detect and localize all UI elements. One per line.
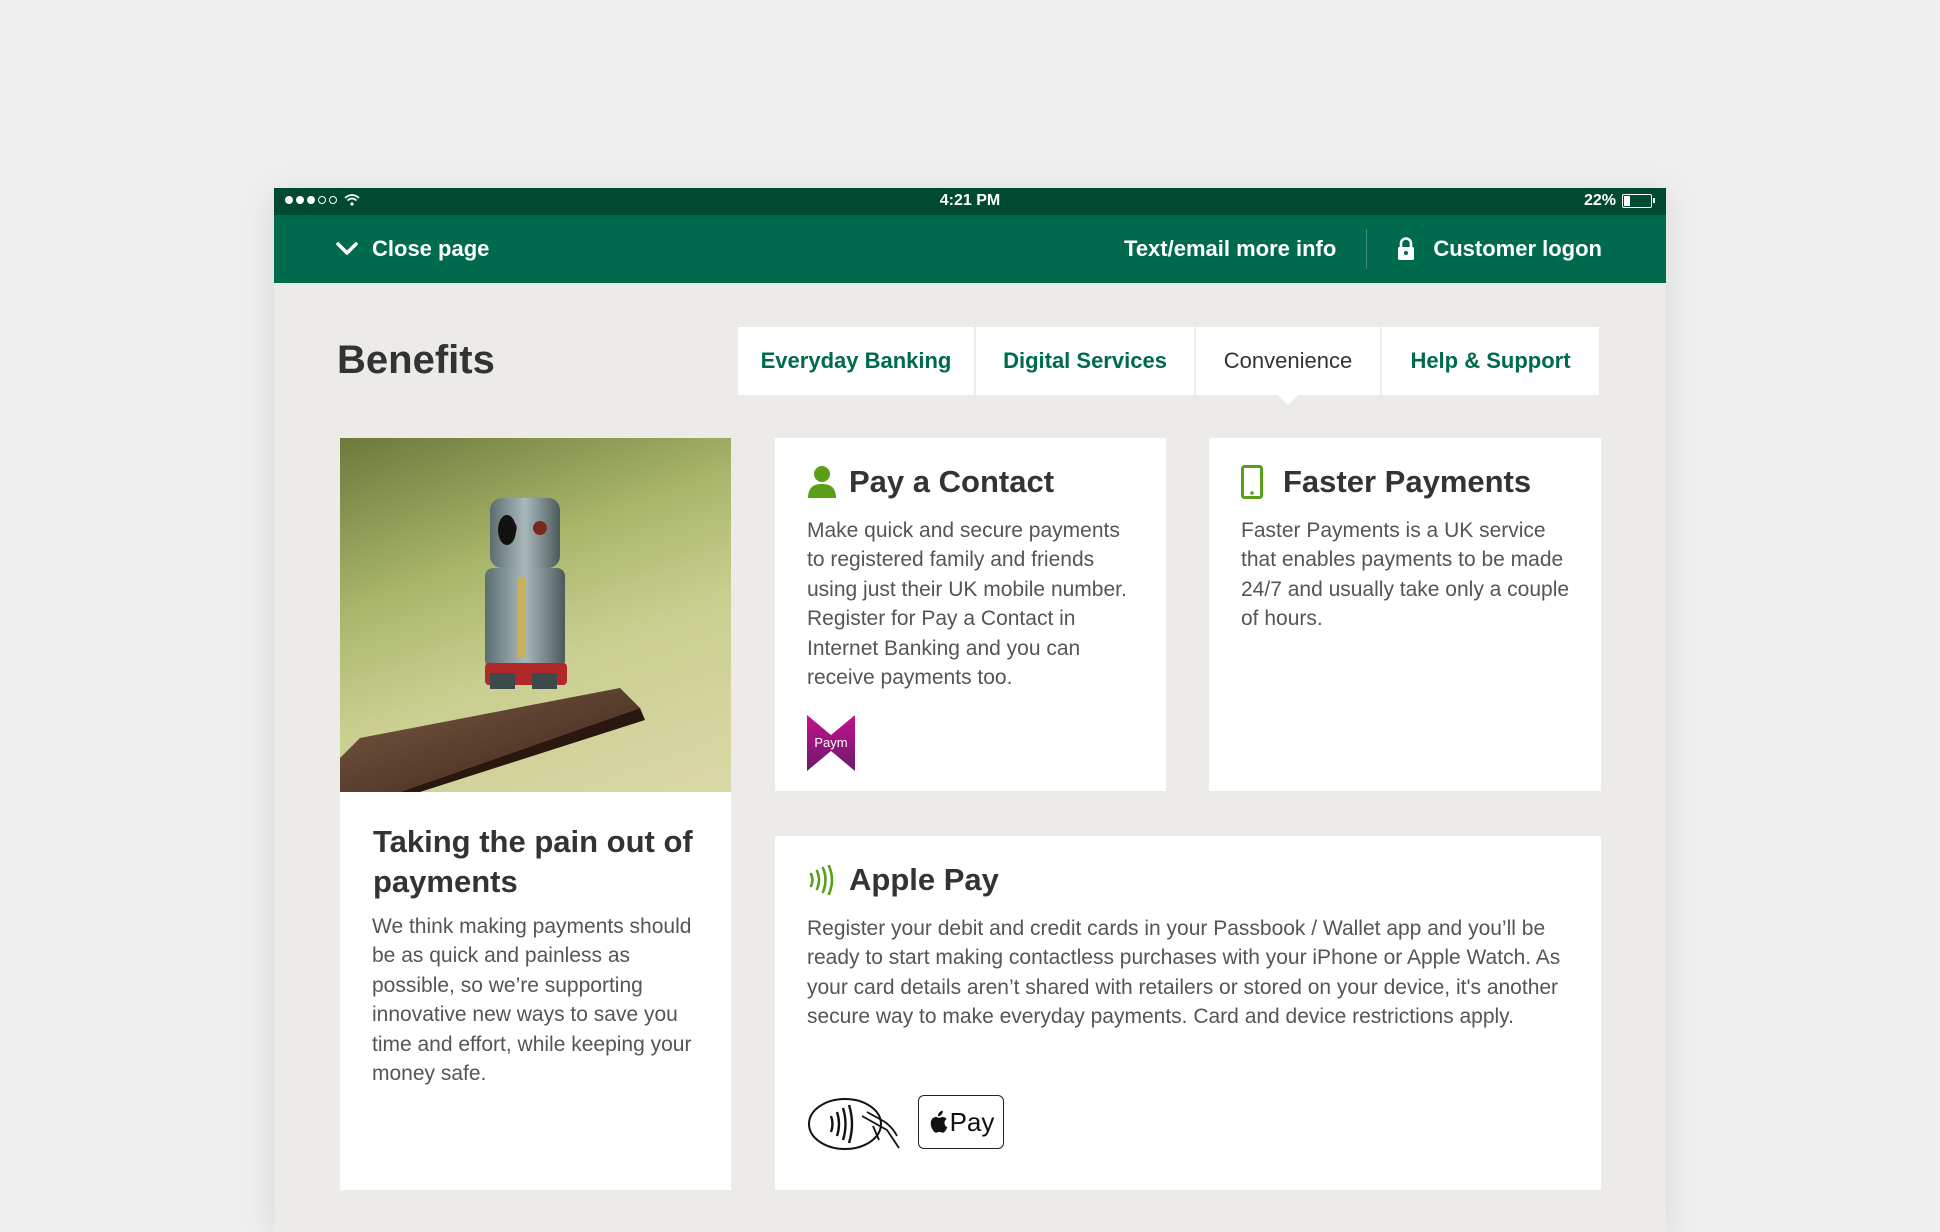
paym-logo: Paym — [807, 715, 855, 771]
customer-logon-button[interactable]: Customer logon — [1397, 236, 1602, 262]
nav-divider — [1366, 229, 1368, 269]
close-page-label: Close page — [372, 236, 490, 261]
toy-robot-image — [340, 438, 731, 792]
pay-a-contact-text: Make quick and secure payments to regist… — [807, 519, 1127, 689]
device-frame: 4:21 PM 22% Close page Text/email more i… — [274, 188, 1666, 1232]
tab-help-support[interactable]: Help & Support — [1382, 327, 1599, 395]
status-bar: 4:21 PM 22% — [274, 188, 1666, 215]
pay-a-contact-title: Pay a Contact — [849, 464, 1055, 499]
chevron-down-icon — [336, 242, 358, 255]
apple-pay-badge: Pay — [918, 1095, 1004, 1149]
battery-percent: 22% — [1583, 192, 1616, 209]
page-title: Benefits — [337, 338, 495, 382]
faster-payments-card: Faster Payments Faster Payments is a UK … — [1209, 438, 1601, 791]
apple-pay-text: Register your debit and credit cards in … — [807, 917, 1561, 1029]
lock-icon — [1398, 237, 1415, 260]
apple-pay-card: Apple Pay Register your debit and credit… — [775, 836, 1601, 1190]
text-email-more-info-link[interactable]: Text/email more info — [1124, 236, 1336, 262]
intro-card-body: We think making payments should be as qu… — [372, 915, 692, 1085]
apple-pay-badge-text: Pay — [949, 1106, 995, 1137]
faster-payments-heading: Faster Payments — [1241, 464, 1531, 500]
customer-logon-label: Customer logon — [1433, 236, 1602, 261]
top-nav-bar: Close page Text/email more info Customer… — [274, 215, 1666, 283]
apple-pay-title: Apple Pay — [849, 862, 999, 897]
contactless-payment-icon — [807, 1096, 903, 1157]
pay-a-contact-card: Pay a Contact Make quick and secure paym… — [775, 438, 1166, 791]
status-time: 4:21 PM — [939, 192, 1001, 209]
person-icon — [808, 466, 836, 498]
tab-convenience[interactable]: Convenience — [1196, 327, 1380, 405]
pay-a-contact-heading: Pay a Contact — [807, 464, 1054, 500]
tab-digital-services[interactable]: Digital Services — [976, 327, 1194, 395]
benefits-tabs: Everyday Banking Digital Services Conven… — [738, 327, 1599, 405]
tab-everyday-banking[interactable]: Everyday Banking — [738, 327, 974, 395]
intro-card-title: Taking the pain out of payments — [373, 824, 693, 900]
battery-indicator: 22% — [1583, 192, 1655, 210]
apple-pay-heading: Apple Pay — [807, 862, 999, 898]
faster-payments-title: Faster Payments — [1283, 464, 1532, 499]
payments-intro-card: Taking the pain out of payments We think… — [340, 438, 731, 1190]
battery-icon — [1622, 194, 1655, 208]
paym-logo-text: Paym — [814, 735, 847, 750]
close-page-button[interactable]: Close page — [336, 215, 489, 283]
top-nav-actions: Text/email more info Customer logon — [1124, 215, 1602, 283]
contactless-icon — [809, 865, 834, 895]
mobile-phone-icon — [1241, 465, 1263, 499]
apple-logo-icon — [930, 1110, 947, 1133]
faster-payments-text: Faster Payments is a UK service that ena… — [1241, 519, 1570, 631]
